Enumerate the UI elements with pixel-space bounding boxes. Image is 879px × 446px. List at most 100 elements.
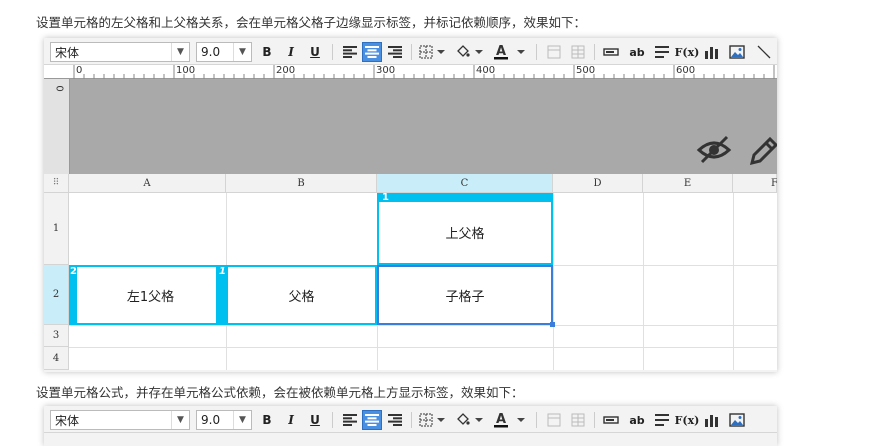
fill-color-button[interactable] bbox=[454, 410, 486, 430]
insert-text-button[interactable]: ab bbox=[626, 410, 648, 430]
font-size-select[interactable]: 9.0 ▼ bbox=[196, 42, 252, 62]
align-left-button[interactable] bbox=[340, 410, 360, 430]
merge-cells-icon bbox=[547, 413, 561, 427]
align-center-button[interactable] bbox=[362, 42, 382, 62]
insert-input-button[interactable] bbox=[600, 410, 622, 430]
pencil-icon[interactable] bbox=[748, 135, 777, 167]
chart-button[interactable] bbox=[702, 42, 722, 62]
parent-tag-b2: 1 bbox=[219, 266, 226, 277]
insert-input-button[interactable] bbox=[600, 42, 622, 62]
align-right-icon bbox=[388, 46, 402, 58]
gridline bbox=[733, 193, 734, 370]
separator bbox=[332, 44, 333, 60]
split-cells-button[interactable] bbox=[568, 42, 588, 62]
align-center-icon bbox=[365, 414, 379, 426]
line-button[interactable] bbox=[754, 42, 774, 62]
ruler-label: 500 bbox=[576, 65, 596, 76]
chevron-down-icon: ▼ bbox=[171, 43, 189, 61]
fill-handle[interactable] bbox=[550, 322, 555, 327]
vertical-ruler-label: 0 bbox=[53, 85, 65, 92]
merge-cells-icon bbox=[547, 45, 561, 59]
insert-text-button[interactable]: ab bbox=[626, 42, 648, 62]
separator bbox=[536, 412, 537, 428]
merge-cells-button[interactable] bbox=[544, 410, 564, 430]
split-cells-icon bbox=[571, 413, 585, 427]
gridline bbox=[643, 193, 644, 370]
row-header-1[interactable]: 1 bbox=[44, 193, 69, 265]
ruler-label: 300 bbox=[376, 65, 396, 76]
align-center-icon bbox=[365, 46, 379, 58]
row-header-3[interactable]: 3 bbox=[44, 325, 69, 347]
cell-c1[interactable]: 上父格 bbox=[377, 193, 553, 265]
gridline bbox=[553, 193, 554, 370]
border-button[interactable] bbox=[418, 42, 448, 62]
column-header-b[interactable]: B bbox=[226, 174, 377, 193]
eye-slash-icon[interactable] bbox=[696, 135, 732, 165]
horizontal-ruler: 0 100 200 300 400 500 600 bbox=[44, 65, 777, 79]
column-header-d[interactable]: D bbox=[553, 174, 643, 193]
text-lines-icon bbox=[655, 414, 669, 426]
underline-button[interactable]: U bbox=[306, 410, 324, 430]
chart-button[interactable] bbox=[702, 410, 722, 430]
parent-tag-a2: 2 bbox=[70, 266, 77, 277]
italic-button[interactable]: I bbox=[282, 410, 300, 430]
text-input-icon bbox=[603, 416, 619, 424]
font-family-value: 宋体 bbox=[55, 45, 80, 60]
select-all-corner[interactable]: ⠿ bbox=[44, 174, 69, 193]
border-button[interactable] bbox=[418, 410, 448, 430]
column-header-a[interactable]: A bbox=[69, 174, 226, 193]
image-icon bbox=[729, 413, 745, 427]
cell-a2[interactable]: 左1父格 bbox=[69, 265, 226, 325]
column-header-e[interactable]: E bbox=[643, 174, 733, 193]
font-color-icon: A bbox=[494, 44, 525, 60]
row-header-4[interactable]: 4 bbox=[44, 347, 69, 370]
gridline bbox=[69, 325, 777, 326]
ruler-label: 200 bbox=[276, 65, 296, 76]
separator bbox=[594, 44, 595, 60]
font-family-select[interactable]: 宋体 ▼ bbox=[50, 42, 190, 62]
image-button[interactable] bbox=[726, 42, 748, 62]
italic-button[interactable]: I bbox=[282, 42, 300, 62]
separator bbox=[411, 412, 412, 428]
font-color-button[interactable]: A bbox=[492, 42, 530, 62]
bold-button[interactable]: B bbox=[258, 410, 276, 430]
align-center-button[interactable] bbox=[362, 410, 382, 430]
formula-button[interactable]: F(x) bbox=[675, 42, 700, 62]
font-size-select[interactable]: 9.0 ▼ bbox=[196, 410, 252, 430]
paragraph-button[interactable] bbox=[652, 410, 672, 430]
cell-b2[interactable]: 父格 bbox=[216, 265, 377, 325]
toolbar: 宋体 ▼ 9.0 ▼ B I U A ab F(x) bbox=[44, 38, 777, 65]
border-icon bbox=[419, 413, 445, 427]
cell-c1-text: 上父格 bbox=[445, 227, 485, 242]
image-button[interactable] bbox=[726, 410, 748, 430]
cell-c2-text: 子格子 bbox=[445, 289, 485, 305]
font-size-value: 9.0 bbox=[201, 413, 221, 427]
image-icon bbox=[729, 45, 745, 59]
paragraph-button[interactable] bbox=[652, 42, 672, 62]
ruler-label: 100 bbox=[176, 65, 196, 76]
paragraph-formula-dependency: 设置单元格公式，并存在单元格公式依赖，会在被依赖单元格上方显示标签，效果如下： bbox=[36, 385, 524, 400]
column-header-f[interactable]: F bbox=[733, 174, 777, 193]
font-size-value: 9.0 bbox=[201, 45, 221, 59]
cell-c2[interactable]: 子格子 bbox=[377, 265, 553, 325]
font-family-value: 宋体 bbox=[55, 413, 80, 428]
align-left-button[interactable] bbox=[340, 42, 360, 62]
split-cells-button[interactable] bbox=[568, 410, 588, 430]
line-icon bbox=[757, 45, 771, 59]
fill-color-button[interactable] bbox=[454, 42, 486, 62]
separator bbox=[332, 412, 333, 428]
row-header-2[interactable]: 2 bbox=[44, 265, 69, 325]
align-right-button[interactable] bbox=[385, 410, 405, 430]
toolbar: 宋体 ▼ 9.0 ▼ B I U A ab F(x) bbox=[44, 406, 777, 433]
spreadsheet-grid: ⠿ A B C D E F 1 2 3 4 上父格 1 左1父格 2 父格 1 bbox=[44, 174, 777, 370]
ruler-label: 400 bbox=[476, 65, 496, 76]
chevron-down-icon: ▼ bbox=[233, 43, 251, 61]
font-family-select[interactable]: 宋体 ▼ bbox=[50, 410, 190, 430]
bold-button[interactable]: B bbox=[258, 42, 276, 62]
font-color-button[interactable]: A bbox=[492, 410, 530, 430]
underline-button[interactable]: U bbox=[306, 42, 324, 62]
column-header-c[interactable]: C bbox=[377, 174, 553, 193]
formula-button[interactable]: F(x) bbox=[675, 410, 700, 430]
merge-cells-button[interactable] bbox=[544, 42, 564, 62]
align-right-button[interactable] bbox=[385, 42, 405, 62]
